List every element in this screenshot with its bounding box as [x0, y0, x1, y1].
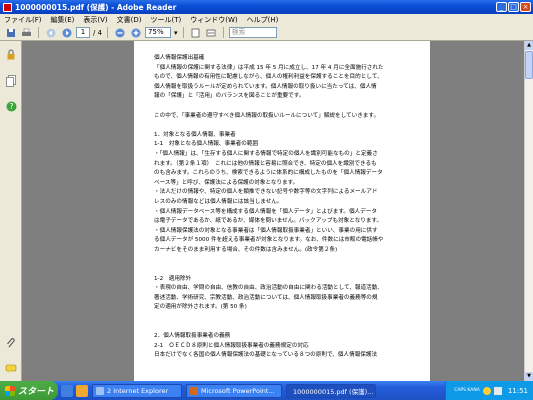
doc-line: ・個人情報データベース等を構成する個人情報を「個人データ」とよびます。個人データ: [154, 208, 377, 215]
vertical-scrollbar[interactable]: ▲ ▼: [524, 41, 533, 381]
doc-line: この中で、「事業者の遵守すべき個人情報の取扱いルールについて」解説をしていきます…: [154, 112, 380, 119]
menu-window[interactable]: ウィンドウ(W): [190, 15, 237, 25]
system-tray: CAPS KANA 11:51: [445, 381, 533, 400]
doc-line: 報の「保護」と「活用」のバランスを図ることが重要です。: [154, 93, 305, 100]
toolbar-separator: [38, 27, 39, 38]
doc-line: れます。（第２条１項） これには他の情報と容易に照合でき、特定の個人を識別できる…: [154, 160, 377, 167]
toolbar-separator: [107, 27, 109, 38]
adobe-reader-window: 1000000015.pdf (保護) - Adobe Reader _ □ ×…: [0, 0, 533, 400]
doc-line: もので、個人情報の有用性に配慮しながら、個人の権利利益を保護することを目的として…: [154, 74, 383, 81]
start-label: スタート: [18, 387, 55, 397]
doc-line: [154, 313, 421, 323]
lock-icon[interactable]: [4, 48, 18, 61]
doc-line: [154, 255, 421, 265]
internet-explorer-icon[interactable]: [61, 384, 73, 397]
doc-line: ・「個人情報」は、「生存する個人に関する情報で特定の個人を識別可能なもの」と定義…: [154, 150, 378, 157]
doc-line: 著述活動、学術研究、宗教活動、政治活動については、個人情報取扱事業者の義務等の規: [154, 294, 378, 301]
search-input[interactable]: 検索: [228, 27, 277, 38]
doc-line: 定の適用が除外されます。(第 50 条): [154, 304, 247, 311]
toolbar-separator: [222, 27, 224, 38]
task-powerpoint[interactable]: Microsoft PowerPoint...: [186, 383, 282, 398]
fit-width-icon[interactable]: [205, 27, 218, 39]
doc-line: 個人情報を取扱うルールが定められています。個人情報の取り扱いに当たっては、個人情: [154, 83, 377, 90]
doc-line: 日本だけでなく各国の個人情報保護法の基礎となっている８つの原則で、個人情報保護法: [154, 352, 378, 359]
document-area[interactable]: 個人情報保護出基確 「個人情報の保護に関する法律」は平成 15 年 5 月に成立…: [22, 41, 524, 381]
task-label: 2 Internet Explorer: [107, 386, 169, 395]
task-adobe-reader[interactable]: 1000000015.pdf (保護)...: [286, 383, 376, 398]
doc-line: ベース等」と呼び、保護法による保護の対象となります。: [154, 179, 299, 186]
next-icon[interactable]: [60, 27, 73, 39]
save-icon[interactable]: [4, 27, 17, 39]
menu-help[interactable]: ヘルプ(H): [247, 15, 279, 25]
menu-bar: ファイル(F) 編集(E) 表示(V) 文書(D) ツール(T) ウィンドウ(W…: [0, 14, 533, 25]
close-icon[interactable]: ×: [520, 2, 531, 12]
zoom-in-icon[interactable]: [129, 27, 142, 39]
window-title: 1000000015.pdf (保護) - Adobe Reader: [15, 2, 177, 12]
doc-line: 2-1 ＯＥＣＤ８原則と個人情報取扱事業者の義務規定の対応: [154, 342, 309, 349]
adobe-reader-icon: [3, 2, 12, 12]
windows-logo-icon: [5, 385, 15, 396]
media-player-icon[interactable]: [76, 384, 88, 397]
doc-line: カーナビをそのまま利用する場合、その件数は含みません。(政令第２条): [154, 246, 338, 253]
taskbar: スタート 2 Internet Explorer Microsoft Power…: [0, 381, 533, 400]
scroll-down-icon[interactable]: ▼: [525, 372, 533, 381]
doc-line: [154, 323, 421, 333]
page-number-input[interactable]: 1: [76, 27, 90, 38]
doc-line: 2．個人情報取扱事業者の義務: [154, 333, 231, 340]
zoom-level-select[interactable]: 75%: [145, 27, 172, 38]
pdf-page: 個人情報保護出基確 「個人情報の保護に関する法律」は平成 15 年 5 月に成立…: [134, 41, 430, 381]
powerpoint-icon: [190, 386, 198, 395]
caps-indicator: CAPS KANA: [454, 388, 480, 393]
scroll-up-icon[interactable]: ▲: [525, 41, 533, 50]
menu-file[interactable]: ファイル(F): [4, 15, 42, 25]
chevron-down-icon[interactable]: ▾: [174, 29, 178, 37]
clock[interactable]: 11:51: [508, 387, 528, 395]
doc-line: る個人データが 5000 件を超える事業者が対象となります。なお、件数には市販の…: [154, 237, 384, 244]
doc-line: ・法人だけの情報や、特定の個人を類推できない記号や数字等の文字列によるメールアド: [154, 189, 378, 196]
doc-line: 1-1 対象となる個人情報、事業者の範囲: [154, 141, 259, 148]
comment-icon[interactable]: [4, 362, 18, 375]
doc-line: [154, 102, 421, 112]
doc-line: のも含みます。これらのうち、検索できるように体系的に構成したものを「個人情報デー…: [154, 170, 383, 177]
doc-line: [154, 265, 421, 275]
navigation-pane: ?: [0, 41, 22, 381]
task-label: Microsoft PowerPoint...: [201, 386, 275, 395]
prev-icon[interactable]: [44, 27, 57, 39]
doc-line: [154, 121, 421, 131]
menu-view[interactable]: 表示(V): [83, 15, 107, 25]
window-controls: _ □ ×: [496, 2, 531, 12]
doc-line: ・表現の自由、学問の自由、信教の自由、政治活動の自由に関わる活動として、報道活動…: [154, 285, 383, 292]
doc-line: 個人情報保護出基確: [154, 55, 205, 61]
attachment-icon[interactable]: [4, 336, 18, 349]
doc-line: は電子データであるか、紙であるか、媒体を問いません。バックアップも対象となります…: [154, 218, 383, 225]
title-bar[interactable]: 1000000015.pdf (保護) - Adobe Reader _ □ ×: [0, 0, 533, 14]
menu-document[interactable]: 文書(D): [117, 15, 142, 25]
doc-line: ・個人情報保護法の対象となる事業者は「個人情報取扱事業者」といい、事業の用に供す: [154, 227, 378, 234]
pages-icon[interactable]: [4, 74, 18, 87]
ime-icon[interactable]: [482, 386, 491, 395]
start-button[interactable]: スタート: [0, 381, 58, 400]
doc-line: 1．対象となる個人情報、事業者: [154, 131, 236, 138]
scroll-thumb[interactable]: [525, 51, 533, 79]
toolbar: 1 / 4 75% ▾ 検索: [0, 25, 533, 41]
task-label: 1000000015.pdf (保護)...: [293, 387, 374, 396]
doc-line: レスのみの情報などは個人情報には該当しません。: [154, 198, 283, 205]
menu-edit[interactable]: 編集(E): [51, 15, 75, 25]
maximize-icon[interactable]: □: [508, 2, 519, 12]
fit-page-icon[interactable]: [189, 27, 202, 39]
doc-line: 1-2 適用除外: [154, 275, 192, 282]
toolbar-separator: [182, 27, 184, 38]
page-total: / 4: [93, 28, 103, 37]
zoom-out-icon[interactable]: [113, 27, 126, 39]
help-icon[interactable]: ?: [4, 100, 18, 113]
task-internet-explorer[interactable]: 2 Internet Explorer: [92, 383, 182, 398]
minimize-icon[interactable]: _: [496, 2, 507, 12]
doc-line: 「個人情報の保護に関する法律」は平成 15 年 5 月に成立し、17 年 4 月…: [154, 64, 384, 71]
volume-icon[interactable]: [493, 386, 502, 395]
internet-explorer-icon: [96, 386, 104, 395]
menu-tools[interactable]: ツール(T): [151, 15, 182, 25]
svg-text:?: ?: [9, 102, 13, 111]
print-icon[interactable]: [20, 27, 33, 39]
